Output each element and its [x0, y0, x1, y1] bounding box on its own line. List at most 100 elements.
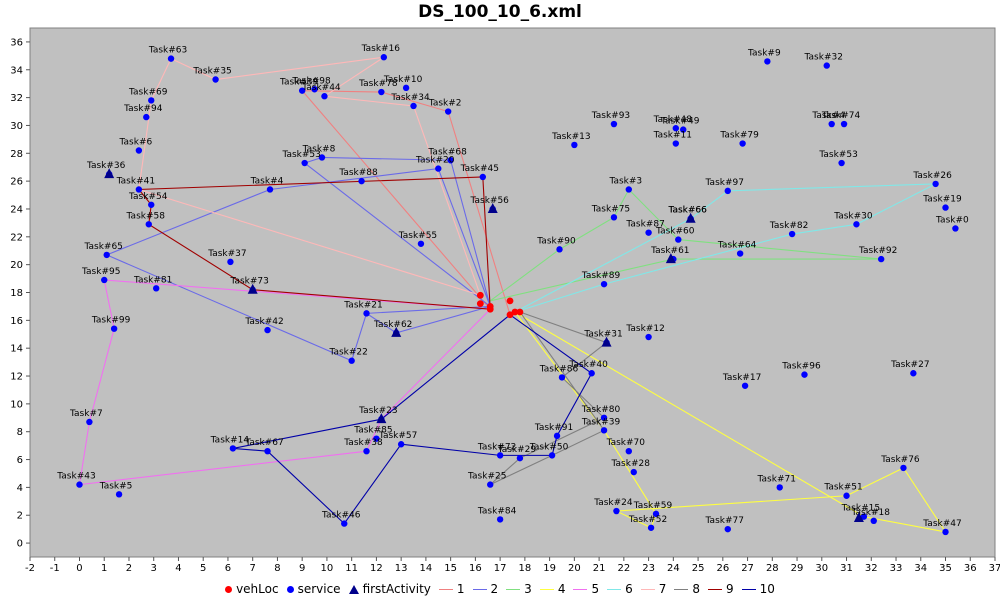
- task-label: Task#32: [804, 53, 843, 63]
- task-label: Task#88: [338, 168, 378, 178]
- y-tick-label: 30: [10, 121, 23, 132]
- legend-item: 7: [640, 582, 666, 596]
- service-point: [152, 285, 160, 292]
- legend-line-icon: [573, 588, 588, 590]
- service-point: [227, 258, 234, 266]
- service-point: [910, 370, 917, 377]
- task-label: Task#84: [477, 506, 517, 516]
- x-tick-label: 23: [642, 563, 655, 574]
- legend-item: 6: [607, 582, 633, 596]
- task-label: Task#7: [69, 409, 103, 419]
- service-point: [417, 240, 425, 247]
- task-label: Task#93: [591, 111, 630, 121]
- task-label: Task#28: [611, 459, 651, 469]
- service-point: [942, 204, 949, 211]
- service-point: [675, 236, 682, 243]
- service-point: [548, 452, 556, 459]
- service-point: [264, 448, 271, 455]
- service-point: [496, 516, 504, 523]
- legend-label: 9: [726, 581, 734, 596]
- legend-item: firstActivity: [348, 581, 431, 596]
- task-label: Task#82: [769, 221, 808, 231]
- y-tick-label: 18: [10, 288, 23, 299]
- legend-line-icon: [640, 588, 655, 590]
- vehicle-location-point: [506, 297, 514, 305]
- legend-line-icon: [506, 588, 521, 590]
- legend-item: 1: [438, 582, 465, 596]
- service-point: [348, 357, 355, 364]
- x-tick-label: 37: [989, 563, 1000, 574]
- task-label: Task#12: [625, 324, 664, 334]
- task-label: Task#42: [244, 317, 283, 327]
- legend-label: firstActivity: [362, 581, 431, 596]
- x-tick-label: 22: [617, 563, 630, 574]
- x-tick-label: 9: [299, 563, 305, 574]
- task-label: Task#67: [244, 438, 283, 448]
- service-point: [672, 140, 680, 147]
- task-label: Task#89: [581, 271, 621, 281]
- y-tick-label: 36: [10, 37, 23, 48]
- task-label: Task#4: [811, 111, 845, 121]
- service-point: [724, 187, 731, 195]
- task-label: Task#54: [128, 192, 168, 202]
- service-point: [840, 120, 848, 128]
- service-point: [739, 140, 746, 147]
- service-point: [625, 448, 632, 455]
- x-tick-label: 7: [250, 563, 256, 574]
- task-label: Task#3: [608, 176, 642, 186]
- legend-label: 10: [759, 581, 775, 596]
- x-tick-label: 32: [865, 563, 878, 574]
- legend-label: 5: [591, 581, 600, 596]
- task-label: Task#36: [86, 161, 126, 171]
- x-tick-label: 34: [914, 563, 927, 574]
- service-point: [613, 507, 620, 515]
- service-point: [553, 432, 561, 440]
- legend-item: service: [286, 582, 341, 596]
- service-point: [610, 214, 618, 221]
- task-label: Task#45: [460, 164, 499, 174]
- service-point: [148, 97, 155, 104]
- task-label: Task#53: [281, 150, 320, 160]
- legend: vehLoc service firstActivity 1 2 3 4 5 6 7 8 9 10: [0, 581, 1000, 596]
- x-tick-label: 11: [345, 563, 358, 574]
- x-tick-label: 0: [76, 563, 82, 574]
- service-point: [788, 230, 796, 238]
- chart-canvas: -2 -1 0 1 2 3 4 5 6 7 8 9 10 11 12 13 14 15 16 17 18 19 20 21 22…: [10, 27, 1000, 574]
- task-label: Task#64: [717, 241, 757, 251]
- service-point: [212, 76, 219, 83]
- legend-line-icon: [539, 588, 554, 590]
- service-point: [435, 165, 442, 172]
- x-tick-label: 10: [321, 563, 334, 574]
- task-label: Task#99: [91, 316, 131, 326]
- task-label: Task#94: [123, 104, 163, 114]
- task-label: Task#91: [534, 423, 573, 433]
- task-label: Task#0: [935, 215, 969, 225]
- y-tick-label: 0: [17, 539, 23, 550]
- service-point: [397, 441, 405, 448]
- task-label: Task#80: [581, 405, 621, 415]
- x-tick-label: 3: [151, 563, 157, 574]
- x-tick-label: 16: [469, 563, 482, 574]
- task-label: Task#22: [328, 348, 367, 358]
- task-label: Task#96: [781, 362, 821, 372]
- x-tick-label: 33: [890, 563, 903, 574]
- service-point: [229, 445, 237, 452]
- task-label: Task#44: [301, 83, 341, 93]
- legend-item: 2: [472, 582, 498, 596]
- legend-item: 5: [573, 582, 599, 596]
- service-point: [828, 120, 835, 128]
- service-point: [148, 201, 155, 208]
- legend-item: vehLoc: [225, 582, 279, 596]
- task-label: Task#47: [922, 519, 961, 529]
- service-point: [558, 374, 566, 381]
- y-tick-label: 12: [10, 372, 23, 383]
- legend-item: 4: [539, 582, 565, 596]
- y-tick-label: 22: [10, 232, 23, 243]
- service-point: [645, 229, 652, 236]
- service-point: [801, 371, 808, 378]
- x-tick-label: 27: [741, 563, 754, 574]
- task-label: Task#92: [858, 246, 897, 256]
- x-tick-label: 18: [519, 563, 532, 574]
- task-label: Task#58: [126, 211, 166, 221]
- service-point: [900, 464, 907, 472]
